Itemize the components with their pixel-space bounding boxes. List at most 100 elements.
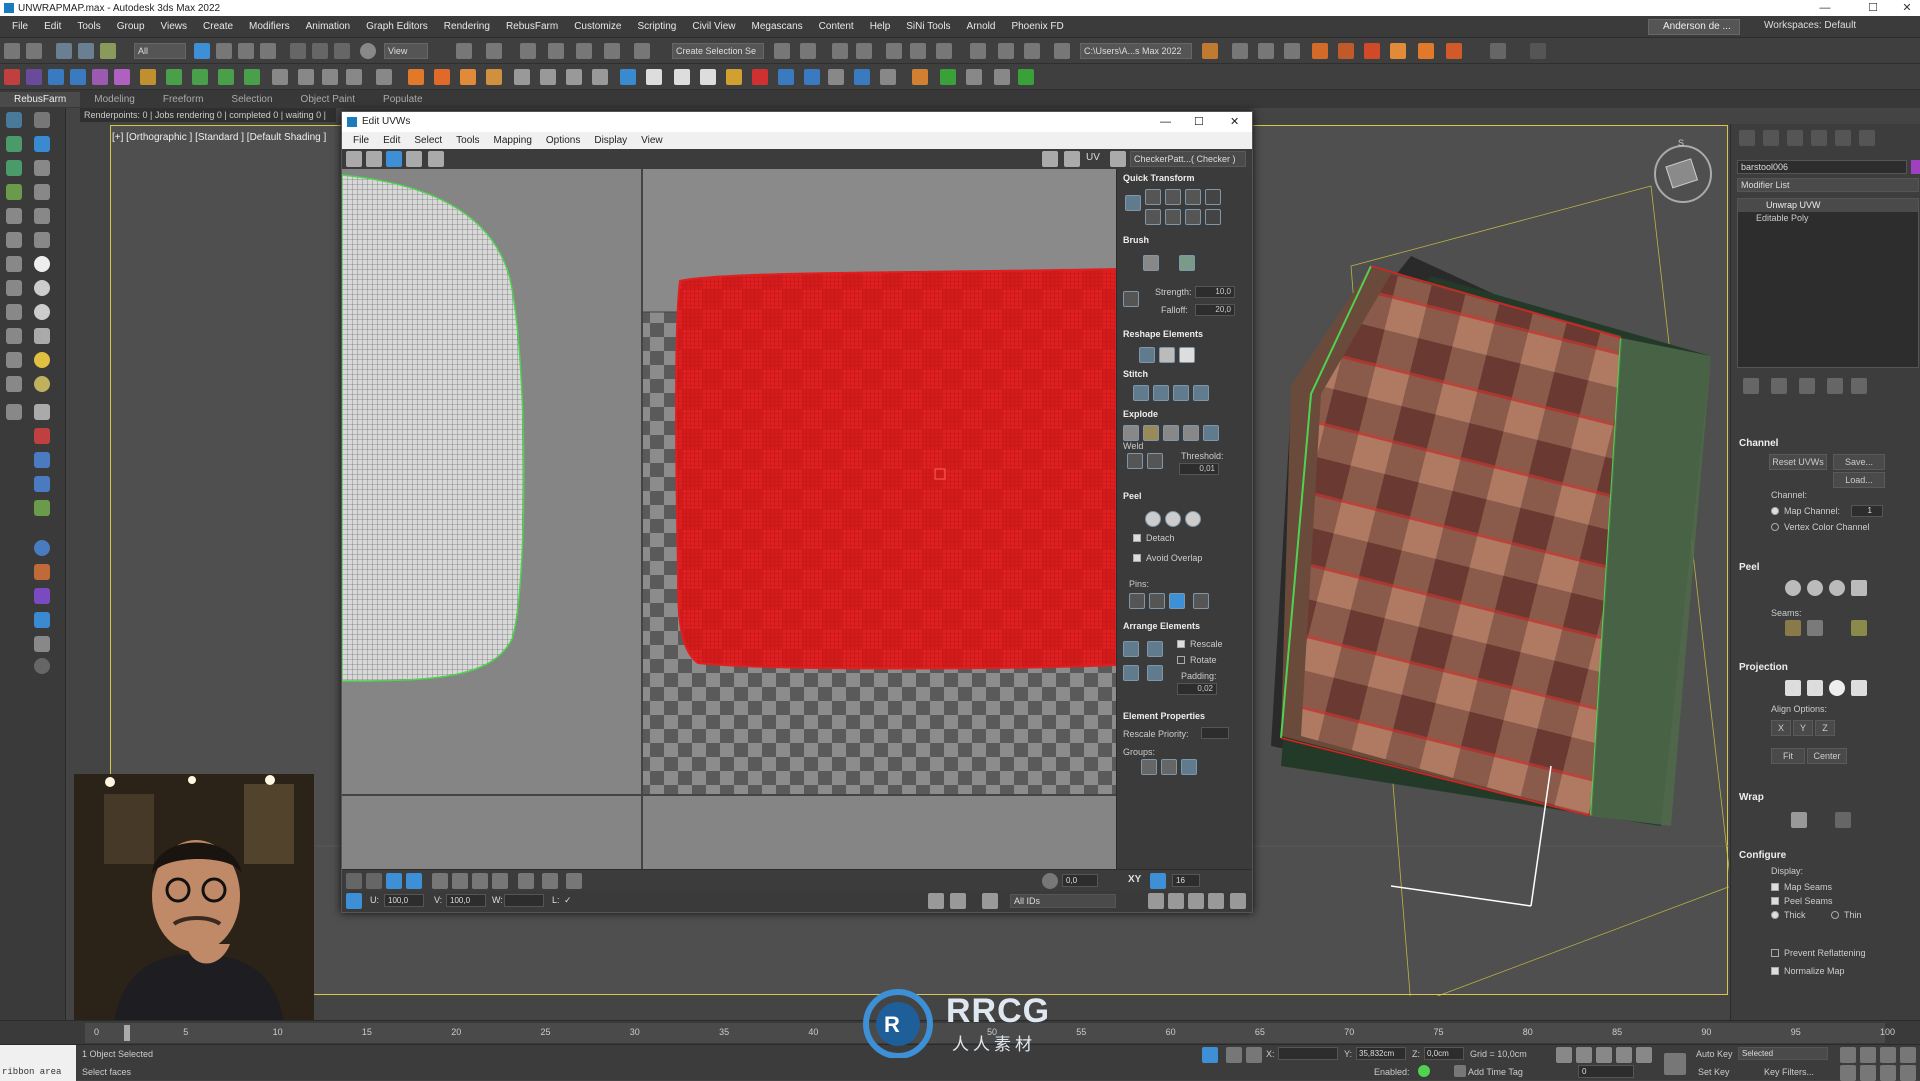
object-color-swatch[interactable] xyxy=(1911,160,1920,174)
pin-icon[interactable] xyxy=(1129,593,1145,609)
spherical-map-icon[interactable] xyxy=(1829,680,1845,696)
uvw-menu-options[interactable]: Options xyxy=(539,135,587,146)
viewport-label[interactable]: [+] [Orthographic ] [Standard ] [Default… xyxy=(112,132,326,143)
peel-seams-checkbox[interactable]: Peel Seams xyxy=(1771,896,1833,906)
toolbar-icon-i[interactable] xyxy=(1446,43,1462,59)
strip-icon-10[interactable] xyxy=(34,208,50,224)
fit-button[interactable]: Fit xyxy=(1771,748,1805,764)
ship-icon[interactable] xyxy=(700,69,716,85)
next-frame-icon[interactable] xyxy=(1616,1047,1632,1063)
percent-snap-icon[interactable] xyxy=(576,43,592,59)
ribbon-toggle-icon[interactable] xyxy=(886,43,902,59)
align-horizontal-icon[interactable] xyxy=(1145,189,1161,205)
quick-transform-extra-icon[interactable] xyxy=(1205,189,1221,205)
paint-icon[interactable] xyxy=(34,428,50,444)
select-by-element-icon[interactable] xyxy=(518,873,534,889)
vertex-color-channel-radio[interactable]: Vertex Color Channel xyxy=(1771,522,1870,532)
uvw-menu-mapping[interactable]: Mapping xyxy=(487,135,539,146)
schematic-view-icon[interactable] xyxy=(936,43,952,59)
polygon-mode-icon[interactable] xyxy=(386,873,402,889)
quick-peel-icon[interactable] xyxy=(1785,580,1801,596)
ribbon-tab-modeling[interactable]: Modeling xyxy=(80,94,149,105)
zoom-extents-icon[interactable] xyxy=(1208,893,1224,909)
freeze-icon[interactable] xyxy=(982,893,998,909)
align-x-button[interactable]: X xyxy=(1771,720,1791,736)
tools-icon[interactable] xyxy=(966,69,982,85)
center-button[interactable]: Center xyxy=(1807,748,1847,764)
vessel-icon[interactable] xyxy=(646,69,662,85)
uv-label[interactable]: UV xyxy=(1086,152,1100,163)
angle-snap-icon[interactable] xyxy=(548,43,564,59)
snaps-toggle-icon[interactable] xyxy=(520,43,536,59)
ungroup-icon[interactable] xyxy=(1161,759,1177,775)
y-coordinate-field[interactable]: 35,832cm xyxy=(1356,1047,1406,1060)
strip-icon-6[interactable] xyxy=(34,160,50,176)
workspaces-selector[interactable]: Workspaces: Default xyxy=(1764,20,1856,31)
maxscript-listener[interactable]: ribbon area xyxy=(0,1045,76,1081)
field-of-view-icon[interactable] xyxy=(1880,1065,1896,1081)
flatten-by-smoothing-icon[interactable] xyxy=(1163,425,1179,441)
ring-icon[interactable] xyxy=(492,873,508,889)
maximize-icon[interactable]: ☐ xyxy=(1860,0,1886,16)
wave-icon[interactable] xyxy=(566,69,582,85)
stack-item-unwrap-uvw[interactable]: Unwrap UVW xyxy=(1738,199,1918,212)
delete-icon[interactable] xyxy=(346,69,362,85)
ribbon-tab-selection[interactable]: Selection xyxy=(217,94,286,105)
uvw-minimize-icon[interactable]: — xyxy=(1160,112,1171,132)
plugin-icon-7[interactable] xyxy=(140,69,156,85)
uvw-grid-icon[interactable] xyxy=(1064,151,1080,167)
ribbon-tab-rebusfarm[interactable]: RebusFarm xyxy=(0,91,81,107)
make-unique-icon[interactable] xyxy=(1799,378,1815,394)
u-field[interactable]: 100,0 xyxy=(384,894,424,907)
padding-spinner[interactable]: 0,02 xyxy=(1177,683,1217,695)
menu-phoenix-fd[interactable]: Phoenix FD xyxy=(1003,21,1071,32)
uvw-freeform-icon[interactable] xyxy=(406,151,422,167)
planar-map-icon[interactable] xyxy=(1785,680,1801,696)
point-to-point-seams-icon[interactable] xyxy=(1807,620,1823,636)
map-seams-checkbox[interactable]: Map Seams xyxy=(1771,882,1832,892)
projection-rollout[interactable]: Projection xyxy=(1739,662,1788,673)
refresh-icon[interactable] xyxy=(854,69,870,85)
modifier-list-dropdown[interactable]: Modifier List xyxy=(1737,178,1919,192)
uvw-rotate-icon[interactable] xyxy=(366,151,382,167)
play-icon[interactable] xyxy=(272,69,288,85)
toolbar-icon-h[interactable] xyxy=(1418,43,1434,59)
peel-mode-icon[interactable] xyxy=(1807,580,1823,596)
keyboard-shortcut-override-icon[interactable] xyxy=(486,43,502,59)
auto-pin-icon[interactable] xyxy=(1169,593,1185,609)
expand-seams-icon[interactable] xyxy=(1851,620,1867,636)
uvw-show-map-icon[interactable] xyxy=(1042,151,1058,167)
plugin-icon-1[interactable] xyxy=(4,69,20,85)
select-and-place-icon[interactable] xyxy=(360,43,376,59)
menu-graph-editors[interactable]: Graph Editors xyxy=(358,21,436,32)
time-tag-icon[interactable] xyxy=(1454,1065,1466,1077)
tree-icon[interactable] xyxy=(940,69,956,85)
zoom-viewport-icon[interactable] xyxy=(1840,1047,1856,1063)
pan-icon[interactable] xyxy=(1148,893,1164,909)
stack-item-editable-poly[interactable]: Editable Poly xyxy=(1738,212,1918,225)
select-and-rotate-icon[interactable] xyxy=(312,43,328,59)
sphere-icon[interactable] xyxy=(34,256,50,272)
dots-icon[interactable] xyxy=(34,564,50,580)
foliage-icon[interactable] xyxy=(34,500,50,516)
menu-animation[interactable]: Animation xyxy=(298,21,358,32)
strip-icon-3[interactable] xyxy=(6,136,22,152)
strip-icon-18[interactable] xyxy=(6,376,22,392)
lock-icon[interactable] xyxy=(928,893,944,909)
gray-icon[interactable] xyxy=(34,636,50,652)
peel-rollout[interactable]: Peel xyxy=(1739,562,1760,573)
strip-icon-19[interactable] xyxy=(6,404,22,420)
stitch-to-source-icon[interactable] xyxy=(1173,385,1189,401)
spacewarp-icon[interactable] xyxy=(34,476,50,492)
menu-scripting[interactable]: Scripting xyxy=(629,21,684,32)
uvw-menu-edit[interactable]: Edit xyxy=(376,135,407,146)
reset-uvws-button[interactable]: Reset UVWs xyxy=(1769,454,1827,470)
menu-megascans[interactable]: Megascans xyxy=(744,21,811,32)
rotate-angle-icon[interactable] xyxy=(1042,873,1058,889)
strip-icon-1[interactable] xyxy=(6,112,22,128)
plugin-icon-9[interactable] xyxy=(192,69,208,85)
plugin-icon-6[interactable] xyxy=(114,69,130,85)
material-id-dropdown[interactable]: All IDs xyxy=(1010,894,1116,908)
uvw-move-icon[interactable] xyxy=(346,151,362,167)
zoom-extents-all-icon[interactable] xyxy=(1880,1047,1896,1063)
